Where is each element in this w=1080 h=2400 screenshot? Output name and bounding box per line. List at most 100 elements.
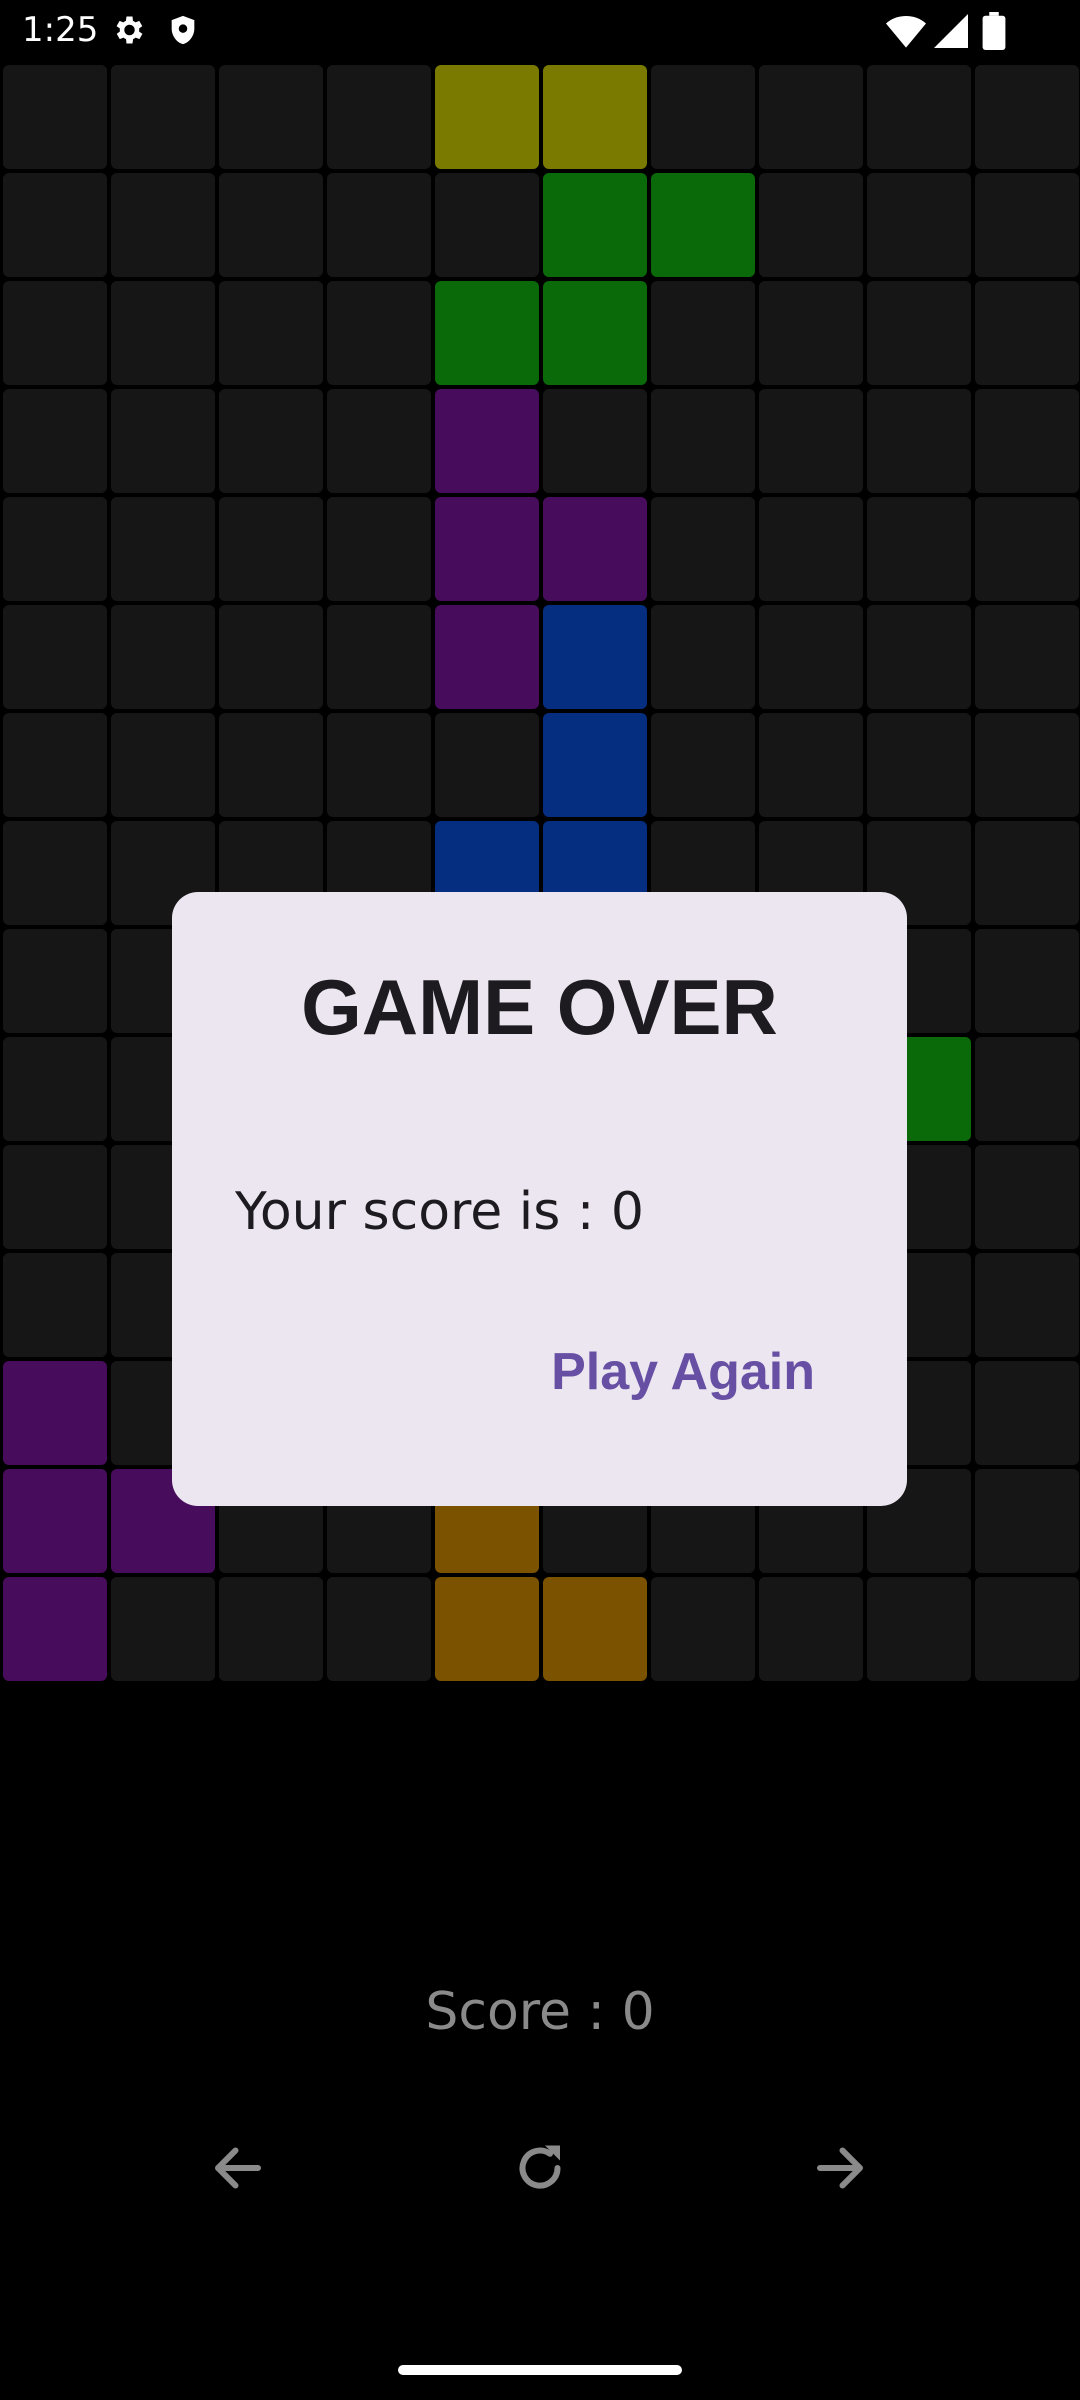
board-cell-empty: [867, 497, 971, 601]
board-cell-empty: [867, 65, 971, 169]
board-cell-empty: [3, 1145, 107, 1249]
board-cell-empty: [327, 281, 431, 385]
board-cell-filled: [435, 281, 539, 385]
board-cell-empty: [759, 65, 863, 169]
board-cell-empty: [3, 281, 107, 385]
board-cell-empty: [759, 389, 863, 493]
board-cell-empty: [435, 173, 539, 277]
board-cell-filled: [3, 1361, 107, 1465]
board-cell-empty: [867, 389, 971, 493]
signal-icon: [934, 14, 968, 48]
status-time: 1:25: [22, 10, 99, 50]
board-cell-empty: [3, 713, 107, 817]
board-cell-empty: [327, 497, 431, 601]
shield-icon: [171, 15, 195, 45]
board-cell-empty: [3, 497, 107, 601]
dialog-score-message: Your score is : 0: [235, 1182, 644, 1242]
board-cell-empty: [219, 497, 323, 601]
board-cell-empty: [327, 389, 431, 493]
board-cell-filled: [651, 173, 755, 277]
status-bar: 1:25: [0, 0, 1080, 62]
board-cell-filled: [543, 281, 647, 385]
board-cell-filled: [435, 605, 539, 709]
board-cell-filled: [543, 173, 647, 277]
board-cell-empty: [327, 65, 431, 169]
board-cell-empty: [435, 713, 539, 817]
board-cell-empty: [975, 1145, 1079, 1249]
board-cell-empty: [111, 1577, 215, 1681]
board-cell-empty: [111, 173, 215, 277]
board-cell-empty: [327, 605, 431, 709]
board-cell-empty: [219, 1577, 323, 1681]
arrow-right-icon[interactable]: [810, 2138, 870, 2198]
board-cell-filled: [543, 1577, 647, 1681]
board-cell-empty: [975, 1361, 1079, 1465]
board-cell-empty: [867, 605, 971, 709]
game-over-dialog: GAME OVER Your score is : 0 Play Again: [172, 892, 907, 1506]
board-cell-empty: [975, 713, 1079, 817]
board-cell-empty: [975, 929, 1079, 1033]
board-cell-filled: [543, 497, 647, 601]
board-cell-empty: [3, 1037, 107, 1141]
wifi-icon: [886, 16, 926, 48]
board-cell-empty: [867, 713, 971, 817]
board-cell-filled: [543, 713, 647, 817]
board-cell-empty: [975, 281, 1079, 385]
board-cell-empty: [867, 1577, 971, 1681]
board-cell-empty: [111, 713, 215, 817]
home-indicator[interactable]: [398, 2365, 682, 2375]
board-cell-empty: [975, 1253, 1079, 1357]
board-cell-empty: [975, 1037, 1079, 1141]
board-cell-empty: [3, 1253, 107, 1357]
board-cell-empty: [651, 713, 755, 817]
score-label: Score : 0: [425, 1982, 655, 2042]
board-cell-empty: [3, 389, 107, 493]
board-cell-empty: [975, 497, 1079, 601]
board-cell-empty: [327, 173, 431, 277]
rotate-icon[interactable]: [510, 2138, 570, 2198]
board-cell-empty: [219, 389, 323, 493]
board-cell-empty: [759, 497, 863, 601]
board-cell-empty: [651, 605, 755, 709]
gear-icon: [116, 16, 143, 44]
board-cell-empty: [3, 65, 107, 169]
arrow-left-icon[interactable]: [208, 2138, 268, 2198]
board-cell-empty: [975, 1577, 1079, 1681]
board-cell-empty: [219, 713, 323, 817]
dialog-title: GAME OVER: [301, 963, 778, 1051]
board-cell-filled: [543, 65, 647, 169]
board-cell-empty: [759, 713, 863, 817]
board-cell-empty: [759, 281, 863, 385]
board-cell-empty: [975, 1469, 1079, 1573]
board-cell-empty: [759, 1577, 863, 1681]
board-cell-empty: [543, 389, 647, 493]
board-cell-empty: [975, 65, 1079, 169]
board-cell-filled: [543, 605, 647, 709]
board-cell-empty: [975, 173, 1079, 277]
board-cell-empty: [975, 821, 1079, 925]
board-cell-empty: [111, 281, 215, 385]
board-cell-empty: [651, 65, 755, 169]
board-cell-empty: [111, 65, 215, 169]
board-cell-empty: [651, 497, 755, 601]
board-cell-empty: [867, 173, 971, 277]
board-cell-empty: [867, 281, 971, 385]
board-cell-empty: [327, 1577, 431, 1681]
board-cell-empty: [975, 605, 1079, 709]
board-cell-empty: [111, 497, 215, 601]
board-cell-filled: [435, 497, 539, 601]
board-cell-empty: [3, 821, 107, 925]
board-cell-filled: [435, 389, 539, 493]
board-cell-empty: [3, 929, 107, 1033]
board-cell-filled: [435, 1577, 539, 1681]
board-cell-empty: [219, 281, 323, 385]
board-cell-empty: [219, 605, 323, 709]
board-cell-empty: [975, 389, 1079, 493]
play-again-button[interactable]: Play Again: [551, 1342, 815, 1402]
board-cell-empty: [759, 605, 863, 709]
board-cell-filled: [435, 65, 539, 169]
board-cell-empty: [111, 389, 215, 493]
board-cell-empty: [219, 65, 323, 169]
battery-icon: [982, 12, 1006, 50]
board-cell-empty: [651, 281, 755, 385]
